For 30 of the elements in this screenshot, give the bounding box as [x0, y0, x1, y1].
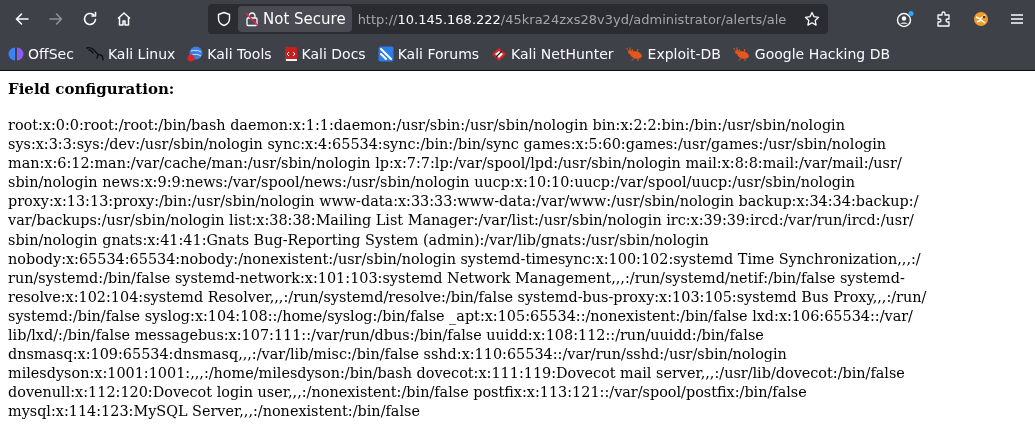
- bookmark-link[interactable]: Kali NetHunter: [491, 46, 614, 62]
- back-icon: [14, 11, 30, 27]
- forward-icon: [48, 11, 64, 27]
- bookmark-star-icon[interactable]: [804, 11, 820, 27]
- bookmark-link[interactable]: OffSec: [8, 46, 74, 62]
- bookmark-link[interactable]: Exploit-DB: [625, 46, 721, 62]
- bookmark-link[interactable]: Kali Linux: [85, 46, 176, 62]
- globe-icon: [187, 46, 204, 62]
- forum-icon: [377, 46, 394, 62]
- book-icon: [283, 46, 298, 62]
- menu-icon[interactable]: [1009, 11, 1025, 27]
- address-bar[interactable]: Not Secure http://10.145.168.222/45kra24zxs28v3yd/administrator/alerts/ale: [208, 4, 828, 34]
- file-contents-text: root:x:0:0:root:/root:/bin/bash daemon:x:1:1:daemon:/usr/sbin:/usr/sbin/nologin bin:x:2:2:bin:/bin:/usr/sbin/nologin sys:x:3:3:sys:/dev:/usr/sbin/nologin sync:x:4:65534:sync:/bin:/bin/sync games:x:5:60:games:/usr/games:/usr/sbin/nologin man:x:6:12:man:/var/cache/man:/usr/sbin/nologin lp:x:7:7:lp:/var/spool/lpd:/usr/sbin/nologin mail:x:8:8:mail:/var/mail:/usr/ sbin/nologin news:x:9:9:news:/var/spool/news:/usr/sbin/nologin uucp:x:10:10:uucp:/var/spool/uucp:/usr/sbin/nologin proxy:x:13:13:proxy:/bin:/usr/sbin/nologin www-data:x:33:33:www-data:/var/www:/usr/sbin/nologin backup:x:34:34:backup:/ var/backups:/usr/sbin/nologin list:x:38:38:Mailing List Manager:/var/list:/usr/sbin/nologin irc:x:39:39:ircd:/var/run/ircd:/usr/ sbin/nologin gnats:x:41:41:Gnats Bug-Reporting System (admin):/var/lib/gnats:/usr/sbin/nologin nobody:x:65534:65534:nobody:/nonexistent:/usr/sbin/nologin systemd-timesync:x:100:102:systemd Time Synchronization,,,:/ run/systemd:/bin/false systemd-network:x:101:103:systemd Network Management,,,:/run/systemd/netif:/bin/false systemd- resolve:x:102:104:systemd Resolver,,,:/run/systemd/resolve:/bin/false systemd-bus-proxy:x:103:105:systemd Bus Proxy,,,:/run/ systemd:/bin/false syslog:x:104:108::/home/syslog:/bin/false _apt:x:105:65534::/nonexistent:/bin/false lxd:x:106:65534::/var/ lib/lxd/:/bin/false messagebus:x:107:111::/var/run/dbus:/bin/false uuidd:x:108:112::/run/uuidd:/bin/false dnsmasq:x:109:65534:dnsmasq,,,:/var/lib/misc:/bin/false sshd:x:110:65534::/var/run/sshd:/usr/sbin/nologin milesdyson:x:1001:1001:,,,:/home/milesdyson:/bin/bash dovecot:x:111:119:Dovecot mail server,,,:/usr/lib/dovecot:/bin/false dovenull:x:112:120:Dovecot login user,,,:/nonexistent:/bin/false postfix:x:113:121::/var/spool/postfix:/bin/false mysql:x:114:123:MySQL Server,,,:/nonexistent:/bin/false: [8, 116, 928, 422]
- bookmark-link[interactable]: Kali Tools: [187, 46, 272, 62]
- extension-icon[interactable]: [972, 10, 990, 28]
- bookmark-link[interactable]: Kali Forums: [377, 46, 480, 62]
- account-icon[interactable]: [896, 10, 916, 28]
- bookmark-link[interactable]: Google Hacking DB: [732, 46, 891, 62]
- home-icon: [116, 11, 132, 27]
- bookmark-link[interactable]: Kali Docs: [283, 46, 366, 62]
- reload-icon: [82, 11, 98, 27]
- shield-icon[interactable]: [216, 11, 232, 27]
- bug-icon: [732, 47, 751, 61]
- url-text: http://10.145.168.222/45kra24zxs28v3yd/administrator/alerts/ale: [357, 11, 788, 27]
- split-circle-icon: [8, 46, 24, 62]
- bug-icon: [625, 47, 644, 61]
- page-heading: Field configuration:: [8, 80, 176, 99]
- crossed-lock-icon: [244, 11, 260, 27]
- not-secure-button[interactable]: Not Secure: [238, 6, 352, 32]
- puzzle-icon[interactable]: [935, 10, 953, 28]
